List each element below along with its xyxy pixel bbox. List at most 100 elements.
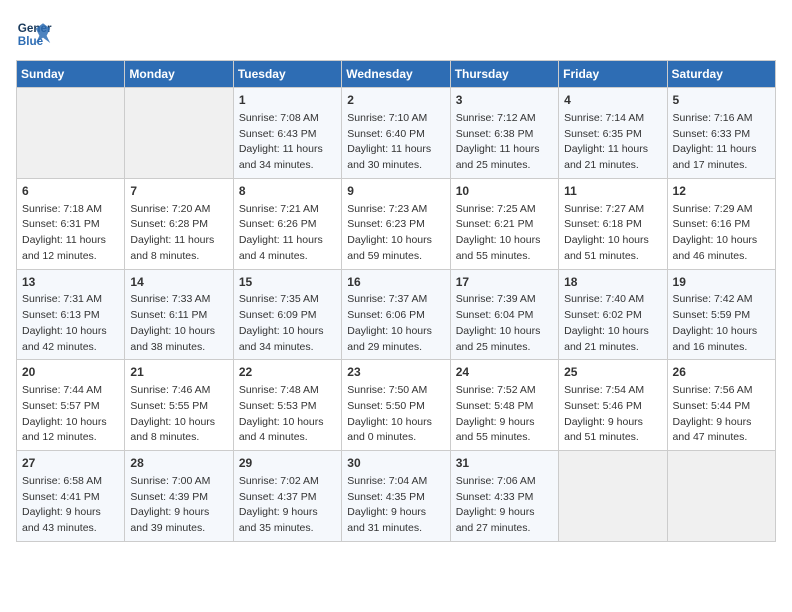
day-cell: 13Sunrise: 7:31 AM Sunset: 6:13 PM Dayli…	[17, 269, 125, 360]
day-header-saturday: Saturday	[667, 61, 775, 88]
day-info: Sunrise: 7:52 AM Sunset: 5:48 PM Dayligh…	[456, 383, 553, 446]
day-info: Sunrise: 7:02 AM Sunset: 4:37 PM Dayligh…	[239, 474, 336, 537]
day-number: 3	[456, 92, 553, 109]
day-info: Sunrise: 7:48 AM Sunset: 5:53 PM Dayligh…	[239, 383, 336, 446]
day-cell: 5 Sunrise: 7:16 AM Sunset: 6:33 PM Daylig…	[667, 88, 775, 179]
day-cell: 18Sunrise: 7:40 AM Sunset: 6:02 PM Dayli…	[559, 269, 667, 360]
day-info: Sunrise: 7:10 AM Sunset: 6:40 PM Dayligh…	[347, 111, 444, 174]
day-info: Sunrise: 7:16 AM Sunset: 6:33 PM Dayligh…	[673, 111, 770, 174]
day-cell: 24 Sunrise: 7:52 AM Sunset: 5:48 PM Dayli…	[450, 360, 558, 451]
day-info: Sunrise: 7:04 AM Sunset: 4:35 PM Dayligh…	[347, 474, 444, 537]
day-number: 19	[673, 274, 770, 291]
day-header-tuesday: Tuesday	[233, 61, 341, 88]
day-number: 18	[564, 274, 661, 291]
day-info: Sunrise: 7:23 AM Sunset: 6:23 PM Dayligh…	[347, 202, 444, 265]
day-cell: 28 Sunrise: 7:00 AM Sunset: 4:39 PM Dayli…	[125, 451, 233, 542]
day-number: 25	[564, 364, 661, 381]
day-cell: 7 Sunrise: 7:20 AM Sunset: 6:28 PM Daylig…	[125, 178, 233, 269]
day-cell: 27Sunrise: 6:58 AM Sunset: 4:41 PM Dayli…	[17, 451, 125, 542]
day-header-sunday: Sunday	[17, 61, 125, 88]
day-info: Sunrise: 7:33 AM Sunset: 6:11 PM Dayligh…	[130, 292, 227, 355]
day-number: 24	[456, 364, 553, 381]
day-info: Sunrise: 7:56 AM Sunset: 5:44 PM Dayligh…	[673, 383, 770, 446]
day-header-thursday: Thursday	[450, 61, 558, 88]
day-cell: 10 Sunrise: 7:25 AM Sunset: 6:21 PM Dayli…	[450, 178, 558, 269]
logo-icon: General Blue	[16, 16, 52, 52]
day-header-monday: Monday	[125, 61, 233, 88]
day-cell: 9 Sunrise: 7:23 AM Sunset: 6:23 PM Daylig…	[342, 178, 450, 269]
day-info: Sunrise: 7:42 AM Sunset: 5:59 PM Dayligh…	[673, 292, 770, 355]
day-cell: 16Sunrise: 7:37 AM Sunset: 6:06 PM Dayli…	[342, 269, 450, 360]
day-number: 31	[456, 455, 553, 472]
calendar-table: SundayMondayTuesdayWednesdayThursdayFrid…	[16, 60, 776, 542]
header-row: SundayMondayTuesdayWednesdayThursdayFrid…	[17, 61, 776, 88]
day-info: Sunrise: 7:39 AM Sunset: 6:04 PM Dayligh…	[456, 292, 553, 355]
week-row-2: 6 Sunrise: 7:18 AM Sunset: 6:31 PM Daylig…	[17, 178, 776, 269]
day-info: Sunrise: 7:40 AM Sunset: 6:02 PM Dayligh…	[564, 292, 661, 355]
day-cell: 15Sunrise: 7:35 AM Sunset: 6:09 PM Dayli…	[233, 269, 341, 360]
header: General Blue	[16, 16, 776, 52]
day-cell: 21 Sunrise: 7:46 AM Sunset: 5:55 PM Dayli…	[125, 360, 233, 451]
day-number: 1	[239, 92, 336, 109]
day-info: Sunrise: 7:18 AM Sunset: 6:31 PM Dayligh…	[22, 202, 119, 265]
day-cell: 6 Sunrise: 7:18 AM Sunset: 6:31 PM Daylig…	[17, 178, 125, 269]
day-number: 28	[130, 455, 227, 472]
day-info: Sunrise: 7:54 AM Sunset: 5:46 PM Dayligh…	[564, 383, 661, 446]
week-row-4: 20Sunrise: 7:44 AM Sunset: 5:57 PM Dayli…	[17, 360, 776, 451]
day-number: 14	[130, 274, 227, 291]
day-number: 21	[130, 364, 227, 381]
day-number: 20	[22, 364, 119, 381]
day-cell: 14Sunrise: 7:33 AM Sunset: 6:11 PM Dayli…	[125, 269, 233, 360]
day-info: Sunrise: 7:35 AM Sunset: 6:09 PM Dayligh…	[239, 292, 336, 355]
day-number: 2	[347, 92, 444, 109]
day-number: 7	[130, 183, 227, 200]
day-info: Sunrise: 7:50 AM Sunset: 5:50 PM Dayligh…	[347, 383, 444, 446]
day-header-friday: Friday	[559, 61, 667, 88]
day-info: Sunrise: 7:12 AM Sunset: 6:38 PM Dayligh…	[456, 111, 553, 174]
day-number: 30	[347, 455, 444, 472]
day-info: Sunrise: 7:21 AM Sunset: 6:26 PM Dayligh…	[239, 202, 336, 265]
day-number: 5	[673, 92, 770, 109]
day-cell: 26Sunrise: 7:56 AM Sunset: 5:44 PM Dayli…	[667, 360, 775, 451]
day-number: 13	[22, 274, 119, 291]
day-cell: 31 Sunrise: 7:06 AM Sunset: 4:33 PM Dayli…	[450, 451, 558, 542]
day-number: 10	[456, 183, 553, 200]
day-number: 12	[673, 183, 770, 200]
day-cell: 8 Sunrise: 7:21 AM Sunset: 6:26 PM Daylig…	[233, 178, 341, 269]
week-row-3: 13Sunrise: 7:31 AM Sunset: 6:13 PM Dayli…	[17, 269, 776, 360]
day-number: 15	[239, 274, 336, 291]
day-info: Sunrise: 7:46 AM Sunset: 5:55 PM Dayligh…	[130, 383, 227, 446]
day-cell: 12Sunrise: 7:29 AM Sunset: 6:16 PM Dayli…	[667, 178, 775, 269]
day-number: 4	[564, 92, 661, 109]
day-cell: 4Sunrise: 7:14 AM Sunset: 6:35 PM Daylig…	[559, 88, 667, 179]
day-number: 22	[239, 364, 336, 381]
day-number: 23	[347, 364, 444, 381]
day-cell: 25 Sunrise: 7:54 AM Sunset: 5:46 PM Dayli…	[559, 360, 667, 451]
day-info: Sunrise: 7:25 AM Sunset: 6:21 PM Dayligh…	[456, 202, 553, 265]
day-cell: 11Sunrise: 7:27 AM Sunset: 6:18 PM Dayli…	[559, 178, 667, 269]
day-number: 8	[239, 183, 336, 200]
day-number: 6	[22, 183, 119, 200]
day-info: Sunrise: 7:27 AM Sunset: 6:18 PM Dayligh…	[564, 202, 661, 265]
week-row-1: 1 Sunrise: 7:08 AM Sunset: 6:43 PM Daylig…	[17, 88, 776, 179]
day-info: Sunrise: 7:31 AM Sunset: 6:13 PM Dayligh…	[22, 292, 119, 355]
day-info: Sunrise: 7:00 AM Sunset: 4:39 PM Dayligh…	[130, 474, 227, 537]
day-info: Sunrise: 7:08 AM Sunset: 6:43 PM Dayligh…	[239, 111, 336, 174]
day-info: Sunrise: 7:37 AM Sunset: 6:06 PM Dayligh…	[347, 292, 444, 355]
day-cell: 30 Sunrise: 7:04 AM Sunset: 4:35 PM Dayli…	[342, 451, 450, 542]
day-number: 29	[239, 455, 336, 472]
day-info: Sunrise: 7:06 AM Sunset: 4:33 PM Dayligh…	[456, 474, 553, 537]
day-cell	[17, 88, 125, 179]
day-cell: 20Sunrise: 7:44 AM Sunset: 5:57 PM Dayli…	[17, 360, 125, 451]
day-cell: 22 Sunrise: 7:48 AM Sunset: 5:53 PM Dayli…	[233, 360, 341, 451]
day-cell	[125, 88, 233, 179]
day-info: Sunrise: 7:20 AM Sunset: 6:28 PM Dayligh…	[130, 202, 227, 265]
day-number: 9	[347, 183, 444, 200]
day-number: 16	[347, 274, 444, 291]
week-row-5: 27Sunrise: 6:58 AM Sunset: 4:41 PM Dayli…	[17, 451, 776, 542]
day-cell	[559, 451, 667, 542]
day-cell: 19Sunrise: 7:42 AM Sunset: 5:59 PM Dayli…	[667, 269, 775, 360]
day-header-wednesday: Wednesday	[342, 61, 450, 88]
day-info: Sunrise: 6:58 AM Sunset: 4:41 PM Dayligh…	[22, 474, 119, 537]
day-cell: 23 Sunrise: 7:50 AM Sunset: 5:50 PM Dayli…	[342, 360, 450, 451]
